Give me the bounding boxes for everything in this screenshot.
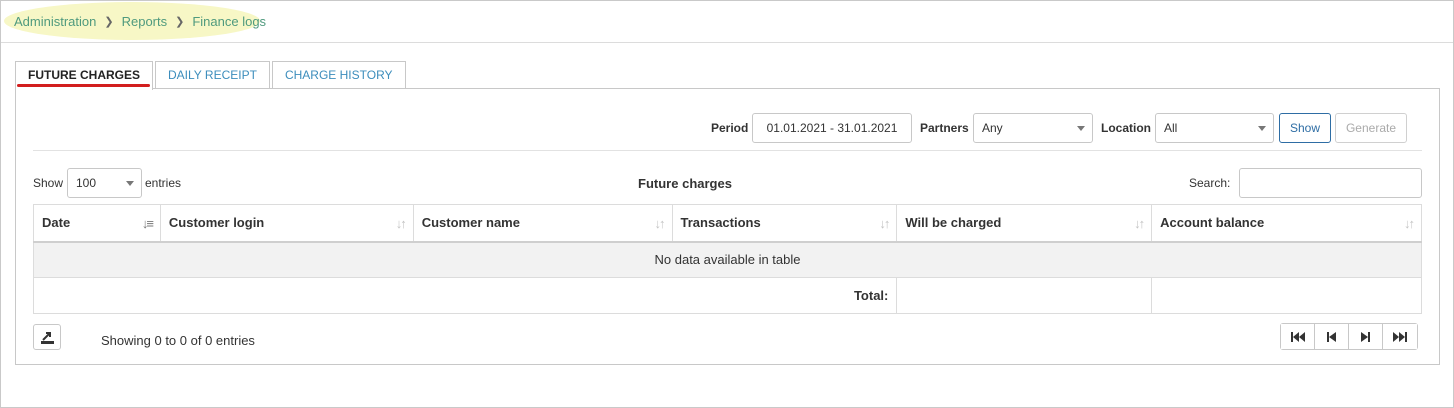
period-input[interactable]: 01.01.2021 - 31.01.2021 <box>752 113 912 143</box>
column-label: Customer name <box>421 215 520 231</box>
active-tab-underline <box>17 84 150 87</box>
column-header-will-be-charged[interactable]: Will be charged ↓↑ <box>896 204 1153 243</box>
last-page-button[interactable] <box>1383 324 1417 349</box>
total-will-be-charged <box>896 277 1153 314</box>
table-title: Future charges <box>638 176 732 191</box>
show-entries-label: Show <box>33 176 64 190</box>
sort-icon: ↓↑ <box>879 216 890 231</box>
caret-down-icon <box>1258 126 1266 131</box>
header-divider <box>1 42 1453 43</box>
sort-icon: ↓↑ <box>1404 216 1415 231</box>
pagination <box>1280 323 1418 350</box>
caret-down-icon <box>126 181 134 186</box>
breadcrumb-reports[interactable]: Reports <box>122 14 168 29</box>
breadcrumb-finance-logs[interactable]: Finance logs <box>192 14 266 29</box>
last-page-icon <box>1393 331 1407 342</box>
generate-button[interactable]: Generate <box>1335 113 1407 143</box>
sort-asc-icon: ↓≡ <box>141 216 154 231</box>
next-page-icon <box>1361 331 1370 342</box>
previous-page-icon <box>1327 331 1336 342</box>
sort-icon: ↓↑ <box>654 216 666 231</box>
search-label: Search: <box>1189 176 1231 190</box>
column-header-transactions[interactable]: Transactions ↓↑ <box>671 204 898 243</box>
column-label: Account balance <box>1160 215 1265 231</box>
partners-value: Any <box>982 121 1003 135</box>
table-info: Showing 0 to 0 of 0 entries <box>101 333 255 348</box>
period-label: Period <box>711 121 749 135</box>
tab-charge-history[interactable]: CHARGE HISTORY <box>271 61 406 89</box>
caret-down-icon <box>1077 126 1085 131</box>
chevron-right-icon: ❯ <box>175 16 185 28</box>
total-label: Total: <box>32 277 898 314</box>
column-label: Will be charged <box>905 215 1002 231</box>
column-label: Transactions <box>680 215 761 231</box>
entries-per-page-select[interactable]: 100 <box>67 168 142 198</box>
entries-label: entries <box>145 176 182 190</box>
column-header-account-balance[interactable]: Account balance ↓↑ <box>1151 204 1422 243</box>
total-account-balance <box>1151 277 1422 314</box>
table-row: No data available in table <box>33 241 1422 278</box>
entries-value: 100 <box>76 176 97 190</box>
chevron-right-icon: ❯ <box>104 16 114 28</box>
column-header-customer-login[interactable]: Customer login ↓↑ <box>159 204 414 243</box>
show-button[interactable]: Show <box>1279 113 1331 143</box>
sort-icon: ↓↑ <box>395 216 407 231</box>
breadcrumb-administration[interactable]: Administration <box>14 14 96 29</box>
breadcrumb: Administration ❯ Reports ❯ Finance logs <box>14 14 266 29</box>
partners-label: Partners <box>920 121 969 135</box>
empty-table-message: No data available in table <box>33 241 1422 278</box>
export-icon <box>41 332 54 344</box>
export-button[interactable] <box>33 324 61 350</box>
first-page-button[interactable] <box>1281 324 1315 349</box>
location-label: Location <box>1101 121 1151 135</box>
previous-page-button[interactable] <box>1315 324 1349 349</box>
future-charges-table: Date ↓≡ Customer login ↓↑ Customer name ↓↑ … <box>32 204 1422 314</box>
next-page-button[interactable] <box>1349 324 1383 349</box>
table-total-row: Total: <box>32 277 1422 314</box>
filter-divider <box>33 150 1422 151</box>
search-input[interactable] <box>1239 168 1422 198</box>
location-value: All <box>1164 121 1178 135</box>
sort-icon: ↓↑ <box>1134 216 1145 231</box>
table-header-row: Date ↓≡ Customer login ↓↑ Customer name ↓↑ … <box>33 204 1422 243</box>
tab-daily-receipt[interactable]: DAILY RECEIPT <box>155 61 270 89</box>
column-header-customer-name[interactable]: Customer name ↓↑ <box>412 204 673 243</box>
location-select[interactable]: All <box>1155 113 1274 143</box>
column-header-date[interactable]: Date ↓≡ <box>33 204 161 243</box>
column-label: Date <box>42 215 71 231</box>
column-label: Customer login <box>168 215 265 231</box>
partners-select[interactable]: Any <box>973 113 1093 143</box>
first-page-icon <box>1290 331 1305 342</box>
